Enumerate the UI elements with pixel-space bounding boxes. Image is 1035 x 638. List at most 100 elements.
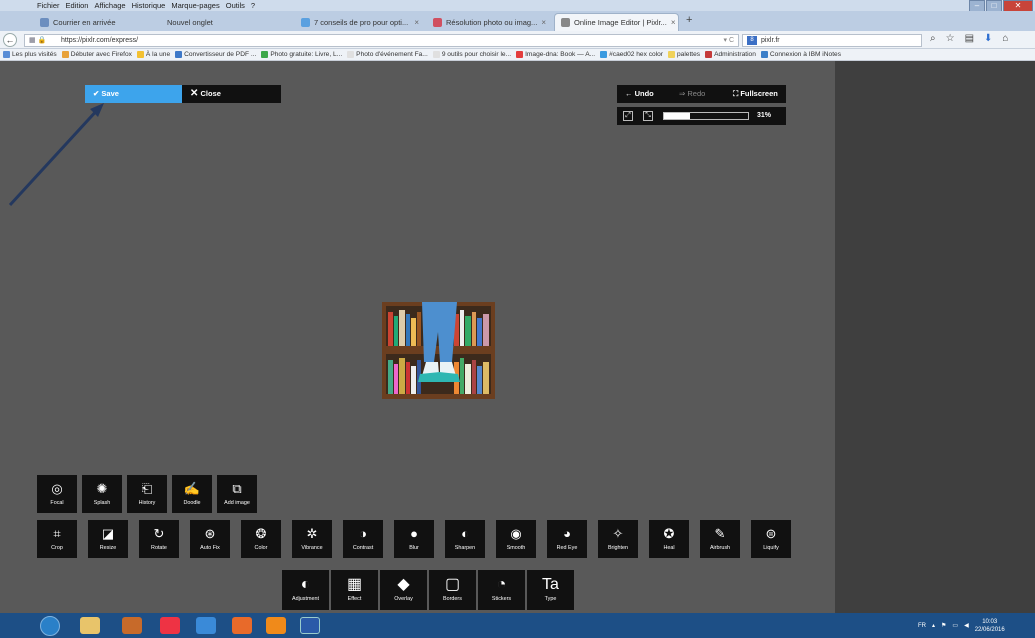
tool-brighten[interactable]: ✧ Brighten (598, 520, 638, 558)
menu-bar: Fichier Edition Affichage Historique Marque-… (0, 0, 1035, 11)
menu-item[interactable]: Historique (132, 0, 166, 11)
tool-type[interactable]: Ta Type (527, 570, 574, 610)
bookmark-item[interactable]: Convertisseur de PDF ... (175, 49, 256, 60)
tool-add-image[interactable]: ⧉ Add image (217, 475, 257, 513)
word-icon[interactable] (300, 617, 320, 634)
url-bar[interactable]: ▦ 🔒 https://pixlr.com/express/ ▾ C (24, 34, 739, 47)
tool-airbrush[interactable]: ✎ Airbrush (700, 520, 740, 558)
tray-arrow-icon[interactable]: ▴ (932, 622, 935, 629)
system-tray: FR ▴ ⚑ ▭ ◀ 10:03 22/06/2016 (918, 613, 1005, 638)
tool-vibrance[interactable]: ✲ Vibrance (292, 520, 332, 558)
bookmark-item[interactable]: 9 outils pour choisir le... (432, 49, 512, 60)
vlc-icon[interactable] (266, 617, 286, 634)
tool-contrast[interactable]: ◑ Contrast (343, 520, 383, 558)
tool-adjustment[interactable]: ◐ Adjustment (282, 570, 329, 610)
bookmark-label: #caed02 hex color (609, 50, 663, 58)
bookmark-item[interactable]: Photo gratuite: Livre, L... (261, 49, 342, 60)
canvas-image[interactable] (382, 302, 495, 399)
tool-effect[interactable]: ▦ Effect (331, 570, 378, 610)
zoom-fit-icon[interactable]: ⤢ (623, 111, 633, 121)
redo-button[interactable]: ⇒ Redo (671, 85, 725, 103)
tool-sharpen[interactable]: ◐ Sharpen (445, 520, 485, 558)
language-indicator[interactable]: FR (918, 623, 926, 629)
tool-liquify[interactable]: ⊜ Liquify (751, 520, 791, 558)
tool-overlay[interactable]: ◆ Overlay (380, 570, 427, 610)
menu-item[interactable]: Fichier (37, 0, 60, 11)
bookmark-item[interactable]: Administration (705, 49, 756, 60)
media-player-icon[interactable] (122, 617, 142, 634)
bookmark-label: 9 outils pour choisir le... (441, 50, 512, 58)
tool-heal[interactable]: ✪ Heal (649, 520, 689, 558)
volume-icon[interactable]: ◀ (964, 622, 969, 629)
tool-auto-fix[interactable]: ⊛ Auto Fix (190, 520, 230, 558)
tool-stickers[interactable]: ◔ Stickers (478, 570, 525, 610)
tool-icon: ✲ (306, 526, 318, 541)
tool-rotate[interactable]: ↻ Rotate (139, 520, 179, 558)
tab-close-icon[interactable]: × (414, 18, 419, 27)
home-icon[interactable]: ⌂ (1002, 33, 1008, 44)
search-text: pixlr.fr (760, 37, 780, 44)
tool-color[interactable]: ❂ Color (241, 520, 281, 558)
internet-explorer-icon[interactable] (196, 617, 216, 634)
tool-label: Auto Fix (200, 545, 220, 551)
menu-item[interactable]: ? (251, 0, 255, 11)
menu-item[interactable]: Marque-pages (171, 0, 219, 11)
tab-close-icon[interactable]: × (671, 18, 676, 27)
browser-tab[interactable]: Résolution photo ou imag... × (427, 13, 552, 31)
search-bar[interactable]: 8 pixlr.fr (742, 34, 922, 47)
start-button[interactable] (40, 616, 60, 636)
flag-icon[interactable]: ⚑ (941, 622, 946, 629)
tool-borders[interactable]: ▢ Borders (429, 570, 476, 610)
tool-resize[interactable]: ◪ Resize (88, 520, 128, 558)
bookmark-item[interactable]: Connexion à IBM iNotes (760, 49, 841, 60)
tool-icon: ◔ (496, 576, 507, 593)
tool-doodle[interactable]: ✍ Doodle (172, 475, 212, 513)
bookmark-item[interactable]: À la une (136, 49, 170, 60)
tool-history[interactable]: ⎗ History (127, 475, 167, 513)
menu-item[interactable]: Outils (226, 0, 245, 11)
menu-item[interactable]: Edition (66, 0, 89, 11)
explorer-icon[interactable] (80, 617, 100, 634)
tool-icon: ↻ (153, 526, 165, 541)
tool-blur[interactable]: ● Blur (394, 520, 434, 558)
tool-label: Adjustment (292, 596, 319, 602)
bookmark-item[interactable]: palettes (668, 49, 700, 60)
fullscreen-button[interactable]: ⛶ Fullscreen (725, 85, 786, 103)
download-icon[interactable]: ⬇ (984, 33, 992, 44)
bookmark-item[interactable]: Débuter avec Firefox (61, 49, 132, 60)
tool-splash[interactable]: ✺ Splash (82, 475, 122, 513)
tab-close-icon[interactable]: × (541, 18, 546, 27)
tool-focal[interactable]: ◎ Focal (37, 475, 77, 513)
browser-tab[interactable]: Nouvel onglet (148, 13, 293, 31)
new-tab-button[interactable]: + (686, 14, 692, 26)
annotation-arrow-icon (8, 103, 104, 207)
bookmark-item[interactable]: Les plus visités (3, 49, 57, 60)
menu-item[interactable]: Affichage (94, 0, 125, 11)
chrome-icon[interactable] (160, 617, 180, 634)
bookmark-item[interactable]: Photo d'événement Fa... (347, 49, 428, 60)
zoom-slider[interactable] (663, 112, 749, 120)
clock[interactable]: 10:03 22/06/2016 (975, 618, 1005, 634)
zoom-control: ⤢ ⤡ 31% (617, 107, 786, 125)
search-icon[interactable]: ⌕ (930, 33, 936, 44)
network-icon[interactable]: ▭ (952, 622, 958, 629)
back-button[interactable]: ← (3, 33, 17, 47)
tool-icon: ◐ (300, 576, 311, 593)
tool-red-eye[interactable]: ◕ Red Eye (547, 520, 587, 558)
browser-tab[interactable]: Online Image Editor | Pixlr... × (554, 13, 679, 31)
reload-icon[interactable]: ▾ C (723, 35, 734, 46)
browser-tab[interactable]: Courrier en arrivée (34, 13, 144, 31)
bookmark-item[interactable]: #caed02 hex color (600, 49, 663, 60)
bookmark-item[interactable]: Image-dna: Book — A... (516, 49, 595, 60)
tab-label: Courrier en arrivée (53, 17, 116, 27)
undo-button[interactable]: ← Undo (617, 85, 671, 103)
tool-crop[interactable]: ⌗ Crop (37, 520, 77, 558)
zoom-actual-icon[interactable]: ⤡ (643, 111, 653, 121)
bookmark-star-icon[interactable]: ☆ (946, 33, 955, 44)
tool-smooth[interactable]: ◉ Smooth (496, 520, 536, 558)
browser-tab[interactable]: 7 conseils de pro pour opti... × (295, 13, 425, 31)
firefox-icon[interactable] (232, 617, 252, 634)
bookmarks-menu-icon[interactable]: ▤ (965, 33, 974, 44)
close-button[interactable]: ✕ Close (182, 85, 281, 103)
tool-icon: ✎ (714, 526, 726, 541)
